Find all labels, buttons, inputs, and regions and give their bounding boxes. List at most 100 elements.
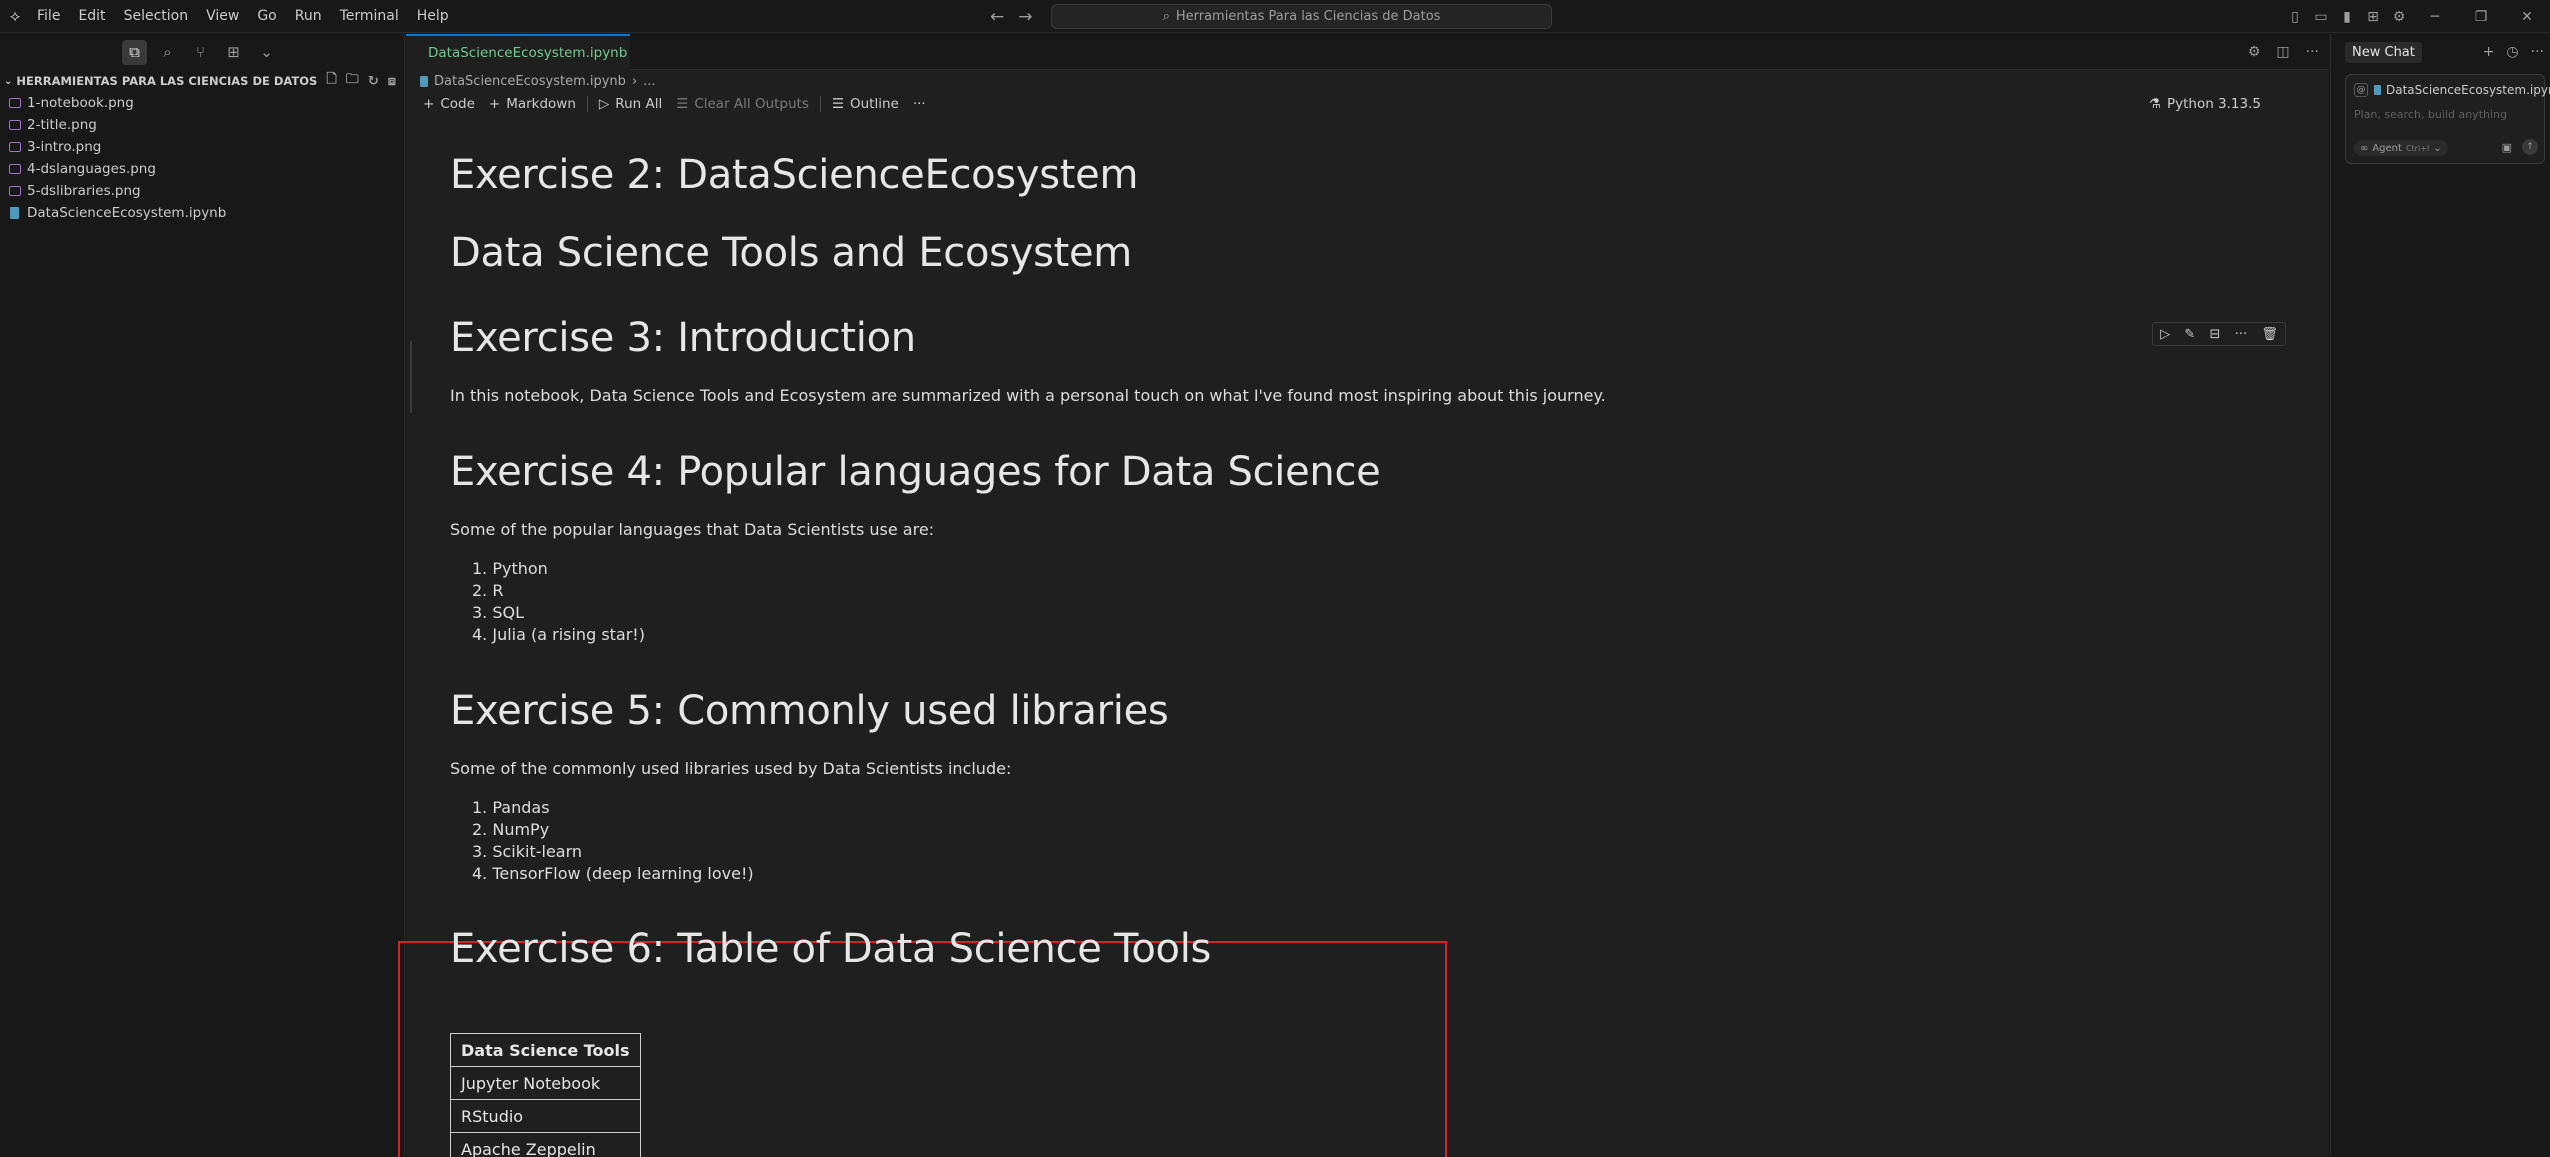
ex4-paragraph: Some of the popular languages that Data …	[450, 520, 935, 539]
table-cell: RStudio	[450, 1099, 641, 1133]
kernel-picker[interactable]: ⚗ Python 3.13.5	[2149, 92, 2261, 116]
ex6-heading: Exercise 6: Table of Data Science Tools	[450, 926, 1212, 972]
back-arrow-icon[interactable]: ←	[990, 7, 1004, 27]
add-markdown-cell-button[interactable]: + Markdown	[482, 92, 583, 116]
editor-actions: ⚙ ◫ ···	[2248, 34, 2319, 70]
command-center-search[interactable]: ⌕ Herramientas Para las Ciencias de Dato…	[1051, 4, 1552, 29]
plus-icon: +	[423, 96, 435, 112]
toolbar-more-button[interactable]: ···	[906, 92, 933, 116]
minimize-icon[interactable]: ─	[2412, 0, 2458, 33]
menu-file[interactable]: File	[28, 0, 69, 33]
file-item[interactable]: 5-dslibraries.png	[0, 180, 404, 202]
ex5-heading: Exercise 5: Commonly used libraries	[450, 688, 1169, 734]
explorer-section-title: HERRAMIENTAS PARA LAS CIENCIAS DE DATOS	[16, 74, 318, 88]
new-folder-icon[interactable]: 🗀	[346, 70, 359, 92]
chat-more-icon[interactable]: ···	[2531, 44, 2544, 60]
explorer-section-header[interactable]: ⌄ HERRAMIENTAS PARA LAS CIENCIAS DE DATO…	[0, 70, 404, 92]
add-code-cell-button[interactable]: + Code	[416, 92, 482, 116]
forward-arrow-icon[interactable]: →	[1018, 7, 1032, 27]
split-editor-icon[interactable]: ◫	[2276, 44, 2289, 60]
toggle-secondary-sidebar-icon[interactable]: ▮	[2334, 0, 2360, 33]
outline-button[interactable]: ☰ Outline	[825, 92, 906, 116]
settings-gear-icon[interactable]: ⚙	[2386, 0, 2412, 33]
file-name: 5-dslibraries.png	[27, 183, 141, 199]
selected-cell-indicator	[410, 341, 412, 413]
toggle-primary-sidebar-icon[interactable]: ▯	[2282, 0, 2308, 33]
notebook-settings-gear-icon[interactable]: ⚙	[2248, 44, 2261, 60]
close-icon[interactable]: ✕	[2504, 0, 2550, 33]
context-file-chip[interactable]: DataScienceEcosystem.ipynb	[2374, 83, 2550, 97]
image-file-icon	[9, 98, 21, 108]
file-name: 3-intro.png	[27, 139, 102, 155]
agent-label: Agent	[2372, 142, 2402, 154]
send-arrow-icon[interactable]: ↑	[2522, 139, 2538, 155]
add-chat-plus-icon[interactable]: +	[2483, 44, 2495, 60]
ex5-paragraph: Some of the commonly used libraries used…	[450, 759, 1012, 778]
execute-cell-icon[interactable]: ▷	[2160, 327, 2170, 342]
collapse-all-icon[interactable]: ⧈	[388, 74, 396, 89]
table-row: RStudio	[450, 1099, 641, 1133]
more-actions-icon[interactable]: ···	[2306, 44, 2319, 60]
notebook-file-icon	[2374, 85, 2381, 95]
file-item[interactable]: 4-dslanguages.png	[0, 158, 404, 180]
new-chat-tab[interactable]: New Chat	[2345, 41, 2422, 63]
table-cell: Jupyter Notebook	[450, 1066, 641, 1100]
breadcrumb-more[interactable]: ...	[643, 74, 655, 89]
tools-table: Data Science Tools Jupyter Notebook RStu…	[450, 1033, 641, 1157]
clear-all-outputs-button[interactable]: ☰ Clear All Outputs	[669, 92, 816, 116]
delete-cell-trash-icon[interactable]: 🗑	[2261, 327, 2278, 342]
explorer-files-icon[interactable]: ⧉	[122, 39, 147, 65]
notebook-toolbar: + Code + Markdown ▷ Run All ☰ Clear All Outp…	[406, 92, 2329, 116]
customize-layout-icon[interactable]: ⊞	[2360, 0, 2386, 33]
table-row: Apache Zeppelin	[450, 1132, 641, 1157]
agent-mode-dropdown[interactable]: ∞ Agent Ctrl+I ⌄	[2354, 140, 2448, 156]
title-bar: ⟡ File Edit Selection View Go Run Termin…	[0, 0, 2550, 33]
refresh-icon[interactable]: ↻	[368, 74, 379, 89]
chevron-down-icon: ⌄	[2433, 142, 2442, 154]
title-right-controls: ▯ ▭ ▮ ⊞ ⚙ ─ ❐ ✕	[2282, 0, 2550, 33]
file-name: 2-title.png	[27, 117, 97, 133]
ex3-paragraph: In this notebook, Data Science Tools and…	[450, 386, 1606, 405]
ex4-heading: Exercise 4: Popular languages for Data S…	[450, 449, 1381, 495]
breadcrumb-file[interactable]: DataScienceEcosystem.ipynb	[434, 74, 626, 89]
split-cell-icon[interactable]: ⊟	[2210, 327, 2221, 342]
menu-run[interactable]: Run	[286, 0, 331, 33]
ex3-heading: Exercise 3: Introduction	[450, 315, 916, 361]
file-item[interactable]: 3-intro.png	[0, 136, 404, 158]
chat-panel: New Chat + ◷ ··· @ DataScienceEcosystem.…	[2330, 34, 2550, 1157]
chat-input[interactable]	[2354, 105, 2538, 123]
menu-terminal[interactable]: Terminal	[331, 0, 408, 33]
run-all-button[interactable]: ▷ Run All	[592, 92, 669, 116]
plus-icon: +	[488, 96, 501, 112]
image-file-icon	[9, 142, 21, 152]
menu-go[interactable]: Go	[248, 0, 285, 33]
breadcrumb: DataScienceEcosystem.ipynb › ...	[406, 70, 2329, 92]
add-context-at-icon[interactable]: @	[2354, 83, 2368, 97]
menu-edit[interactable]: Edit	[69, 0, 114, 33]
file-item[interactable]: 1-notebook.png	[0, 92, 404, 114]
toggle-panel-icon[interactable]: ▭	[2308, 0, 2334, 33]
new-file-icon[interactable]: 🗋	[326, 70, 336, 92]
history-clock-icon[interactable]: ◷	[2506, 44, 2518, 60]
source-control-icon[interactable]: ⑂	[188, 40, 213, 65]
clear-outputs-icon: ☰	[676, 96, 689, 112]
edit-cell-pencil-icon[interactable]: ✎	[2184, 327, 2195, 342]
file-item[interactable]: 2-title.png	[0, 114, 404, 136]
chevron-right-icon: ›	[631, 73, 638, 89]
image-attach-icon[interactable]: ▣	[2502, 141, 2512, 154]
app-logo-icon: ⟡	[9, 6, 21, 25]
list-item: 1. Pandas	[472, 798, 550, 817]
sidebar-view-switcher: ⧉ ⌕ ⑂ ⊞ ⌄	[0, 34, 404, 70]
cell-more-icon[interactable]: ···	[2235, 327, 2247, 342]
tab-notebook[interactable]: DataScienceEcosystem.ipynb	[406, 34, 630, 70]
restore-icon[interactable]: ❐	[2458, 0, 2504, 33]
search-view-icon[interactable]: ⌕	[155, 40, 180, 65]
image-file-icon	[9, 120, 21, 130]
menu-help[interactable]: Help	[408, 0, 458, 33]
file-item[interactable]: DataScienceEcosystem.ipynb	[0, 202, 404, 224]
chevron-down-icon[interactable]: ⌄	[254, 40, 279, 65]
kernel-label: Python 3.13.5	[2166, 96, 2261, 112]
menu-view[interactable]: View	[197, 0, 248, 33]
menu-selection[interactable]: Selection	[115, 0, 198, 33]
extensions-icon[interactable]: ⊞	[221, 40, 246, 65]
